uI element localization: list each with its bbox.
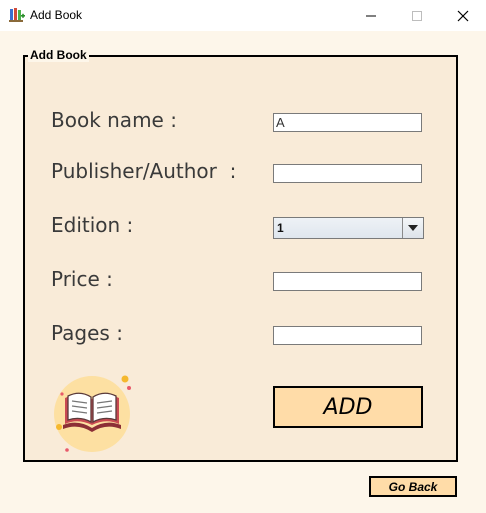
price-input[interactable] — [273, 272, 422, 291]
open-book-icon — [54, 375, 131, 452]
pages-label: Pages : — [51, 321, 123, 345]
book-name-label: Book name : — [51, 108, 177, 132]
minimize-button[interactable] — [348, 0, 394, 31]
add-button[interactable]: ADD — [273, 386, 423, 428]
maximize-button[interactable] — [394, 0, 440, 31]
pages-input[interactable] — [273, 326, 422, 345]
window-title: Add Book — [30, 8, 83, 22]
minimize-icon — [366, 15, 376, 16]
go-back-button[interactable]: Go Back — [369, 476, 457, 497]
close-icon — [457, 10, 469, 21]
panel-legend: Add Book — [28, 48, 89, 62]
books-app-icon — [9, 8, 25, 22]
publisher-author-label: Publisher/Author : — [51, 159, 237, 183]
edition-label: Edition : — [51, 213, 134, 237]
book-name-input[interactable]: A — [273, 113, 422, 132]
title-bar: Add Book — [0, 0, 486, 32]
chevron-down-icon — [408, 225, 418, 231]
price-label: Price : — [51, 267, 113, 291]
maximize-icon — [412, 10, 422, 21]
publisher-author-input[interactable] — [273, 164, 422, 183]
edition-dropdown-button[interactable] — [402, 218, 423, 238]
edition-select[interactable]: 1 — [273, 217, 424, 239]
edition-selected-value: 1 — [277, 221, 284, 235]
close-button[interactable] — [440, 0, 486, 31]
